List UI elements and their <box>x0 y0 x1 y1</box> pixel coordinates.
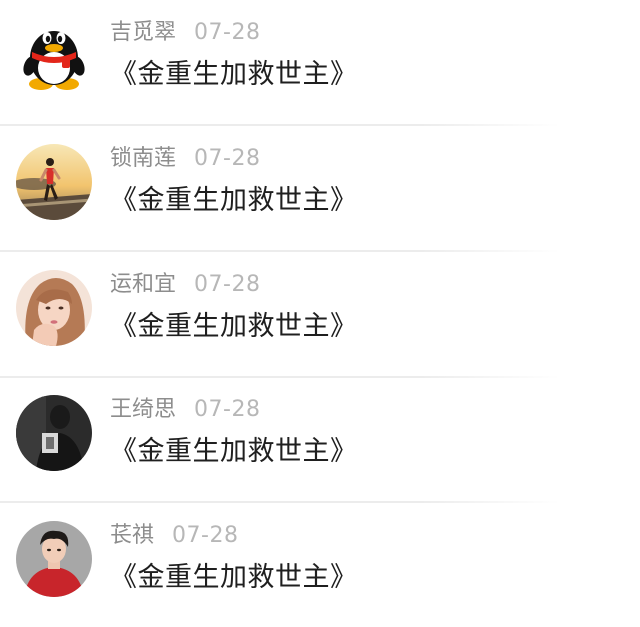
comment-date: 07-28 <box>194 20 261 45</box>
qq-penguin-icon <box>16 18 92 94</box>
comment-meta: 吉觅翠 07-28 <box>110 16 260 50</box>
comment-date: 07-28 <box>194 146 261 171</box>
comment-text: 《金重生加救世主》 <box>110 562 358 593</box>
comment-text: 《金重生加救世主》 <box>110 436 358 467</box>
comment-item[interactable]: 锁南莲 07-28 《金重生加救世主》 <box>0 126 640 252</box>
comment-text: 《金重生加救世主》 <box>110 185 358 216</box>
commenter-name[interactable]: 吉觅翠 <box>110 20 176 45</box>
comment-date: 07-28 <box>194 272 261 297</box>
commenter-name[interactable]: 王绮思 <box>110 397 176 422</box>
boy-red-sweater-avatar[interactable] <box>16 521 92 597</box>
qq-penguin-avatar[interactable] <box>16 18 92 94</box>
comment-meta: 王绮思 07-28 <box>110 393 260 427</box>
commenter-name[interactable]: 苌祺 <box>110 523 154 548</box>
comment-list: 吉觅翠 07-28 《金重生加救世主》 锁南莲 07-28 《金重生加救世主》 … <box>0 0 640 627</box>
dark-portrait-avatar[interactable] <box>16 395 92 471</box>
commenter-name[interactable]: 运和宜 <box>110 272 176 297</box>
comment-item[interactable]: 吉觅翠 07-28 《金重生加救世主》 <box>0 0 640 126</box>
comment-meta: 运和宜 07-28 <box>110 268 260 302</box>
dark-portrait-photo <box>16 395 92 471</box>
comment-meta: 锁南莲 07-28 <box>110 142 260 176</box>
comment-meta: 苌祺 07-28 <box>110 519 238 553</box>
comment-date: 07-28 <box>194 397 261 422</box>
comment-date: 07-28 <box>172 523 239 548</box>
comment-item[interactable]: 王绮思 07-28 《金重生加救世主》 <box>0 377 640 503</box>
comment-item[interactable]: 苌祺 07-28 《金重生加救世主》 <box>0 503 640 627</box>
girl-selfie-photo <box>16 270 92 346</box>
runner-avatar[interactable] <box>16 144 92 220</box>
comment-text: 《金重生加救世主》 <box>110 59 358 90</box>
comment-text: 《金重生加救世主》 <box>110 311 358 342</box>
comment-item[interactable]: 运和宜 07-28 《金重生加救世主》 <box>0 252 640 378</box>
commenter-name[interactable]: 锁南莲 <box>110 146 176 171</box>
runner-photo <box>16 144 92 220</box>
boy-red-sweater-photo <box>16 521 92 597</box>
girl-selfie-avatar[interactable] <box>16 270 92 346</box>
